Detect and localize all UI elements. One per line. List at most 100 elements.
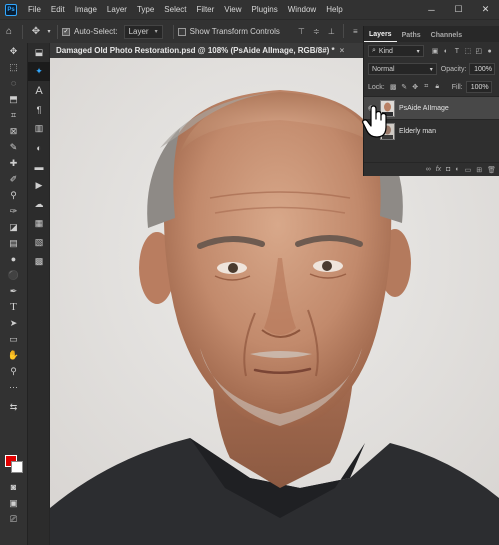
- type-tool-icon[interactable]: T: [0, 299, 27, 315]
- menu-select[interactable]: Select: [159, 5, 191, 14]
- comments-icon[interactable]: ▬: [28, 157, 50, 176]
- new-adjustment-layer-icon[interactable]: ◐: [455, 166, 459, 173]
- lock-all-icon[interactable]: 🔒︎: [432, 81, 443, 93]
- filter-type-icon[interactable]: T: [451, 45, 462, 57]
- tab-paths[interactable]: Paths: [397, 32, 426, 42]
- dodge-tool-icon[interactable]: ⚫: [0, 267, 27, 283]
- filter-smart-object-icon[interactable]: ◰: [473, 45, 484, 57]
- path-selection-tool-icon[interactable]: ➤: [0, 315, 27, 331]
- lock-row: Lock: ▩ ✎ ✥ ⌗ 🔒︎ Fill: 100%: [364, 78, 499, 96]
- lock-transparent-icon[interactable]: ▩: [388, 81, 399, 93]
- menu-view[interactable]: View: [219, 5, 246, 14]
- eraser-tool-icon[interactable]: ◪: [0, 219, 27, 235]
- photoshop-logo-icon[interactable]: Ps: [5, 3, 17, 16]
- object-selection-tool-icon[interactable]: ⬒: [0, 91, 27, 107]
- menu-plugins[interactable]: Plugins: [247, 5, 283, 14]
- adjustments-icon[interactable]: ◐: [28, 138, 50, 157]
- search-icon: ⌕: [372, 47, 376, 54]
- filter-shape-icon[interactable]: ⬚: [462, 45, 473, 57]
- filter-adjustment-icon[interactable]: ◐: [440, 45, 451, 57]
- paragraph-icon[interactable]: ¶: [28, 100, 50, 119]
- screen-mode-icon[interactable]: ▣: [0, 495, 27, 511]
- auto-select-target-dropdown[interactable]: Layer ▾: [123, 24, 163, 39]
- add-mask-icon[interactable]: ◘: [446, 166, 450, 173]
- home-icon[interactable]: ⌂: [0, 23, 18, 41]
- properties-icon[interactable]: ▥: [28, 119, 50, 138]
- align-top-icon[interactable]: ⊤: [294, 24, 309, 39]
- distribute-icon[interactable]: ≡: [348, 24, 363, 39]
- play-actions-icon[interactable]: ▶: [28, 176, 50, 195]
- gradients-icon[interactable]: ▧: [28, 233, 50, 252]
- history-brush-tool-icon[interactable]: ✑: [0, 203, 27, 219]
- separator: [342, 24, 344, 38]
- menu-filter[interactable]: Filter: [192, 5, 220, 14]
- lock-position-icon[interactable]: ✥: [410, 81, 421, 93]
- brush-tool-icon[interactable]: ✐: [0, 171, 27, 187]
- blend-mode-dropdown[interactable]: Normal ▾: [368, 63, 437, 75]
- patterns-icon[interactable]: ▩: [28, 252, 50, 271]
- filter-pixel-icon[interactable]: ▣: [430, 45, 441, 57]
- eyedropper-tool-icon[interactable]: ✎: [0, 139, 27, 155]
- menu-layer[interactable]: Layer: [102, 5, 132, 14]
- clone-stamp-tool-icon[interactable]: ⚲: [0, 187, 27, 203]
- align-vertical-center-icon[interactable]: ≑: [309, 24, 324, 39]
- close-window-button[interactable]: ✕: [472, 0, 499, 19]
- more-tools-icon[interactable]: ···: [0, 379, 27, 395]
- maximize-button[interactable]: ☐: [445, 0, 472, 19]
- menu-image[interactable]: Image: [70, 5, 102, 14]
- menu-file[interactable]: File: [23, 5, 46, 14]
- frame-tool-icon[interactable]: ⊠: [0, 123, 27, 139]
- document-title: Damaged Old Photo Restoration.psd @ 108%…: [56, 46, 335, 55]
- blur-tool-icon[interactable]: ●: [0, 251, 27, 267]
- move-tool-icon[interactable]: ✥: [27, 23, 45, 41]
- rectangle-tool-icon[interactable]: ▭: [0, 331, 27, 347]
- fill-field[interactable]: 100%: [465, 81, 492, 93]
- filter-toggle-icon[interactable]: ●: [484, 45, 495, 57]
- menu-type[interactable]: Type: [132, 5, 159, 14]
- tab-layers[interactable]: Layers: [364, 31, 397, 42]
- layers-panel: Layers Paths Channels ⌕ Kind ▾ ▣ ◐ T ⬚ ◰…: [363, 26, 499, 176]
- delete-layer-icon[interactable]: 🗑︎: [487, 166, 496, 174]
- chevron-down-icon[interactable]: ▾: [45, 23, 53, 41]
- zoom-tool-icon[interactable]: ⚲: [0, 363, 27, 379]
- auto-select-checkbox[interactable]: ✓: [62, 27, 70, 36]
- lasso-tool-icon[interactable]: ◌: [0, 75, 27, 91]
- ai-assistant-tool-icon[interactable]: ✦: [28, 62, 50, 81]
- minimize-button[interactable]: ─: [418, 0, 445, 19]
- background-color-swatch[interactable]: [11, 461, 23, 473]
- menu-help[interactable]: Help: [321, 5, 347, 14]
- gradient-tool-icon[interactable]: ▤: [0, 235, 27, 251]
- document-tab[interactable]: Damaged Old Photo Restoration.psd @ 108%…: [50, 43, 363, 58]
- chevron-down-icon: ▾: [416, 48, 420, 55]
- link-layers-icon[interactable]: ∞: [426, 166, 431, 173]
- layer-name: PsAide AIImage: [399, 104, 449, 112]
- new-layer-icon[interactable]: ⊞: [476, 166, 482, 174]
- crop-tool-icon[interactable]: ⌗: [0, 107, 27, 123]
- lock-image-icon[interactable]: ✎: [399, 81, 410, 93]
- opacity-field[interactable]: 100%: [469, 63, 495, 75]
- swatches-grid-icon[interactable]: ▦: [28, 214, 50, 233]
- generative-icon[interactable]: ⎚: [0, 511, 27, 527]
- new-group-icon[interactable]: ▭: [465, 166, 472, 174]
- lock-artboard-icon[interactable]: ⌗: [421, 81, 432, 93]
- quick-mask-icon[interactable]: ◙: [0, 479, 27, 495]
- tab-channels[interactable]: Channels: [426, 32, 468, 42]
- shapes-icon[interactable]: ☁: [28, 195, 50, 214]
- spot-healing-tool-icon[interactable]: ✚: [0, 155, 27, 171]
- align-bottom-icon[interactable]: ⊥: [324, 24, 339, 39]
- layer-style-icon[interactable]: fx: [436, 166, 441, 173]
- text-style-icon[interactable]: A: [28, 81, 50, 100]
- menu-bar: Ps File Edit Image Layer Type Select Fil…: [0, 0, 499, 19]
- hand-tool-icon[interactable]: ✋: [0, 347, 27, 363]
- marquee-tool-icon[interactable]: ⬚: [0, 59, 27, 75]
- menu-edit[interactable]: Edit: [46, 5, 70, 14]
- align-buttons: ⊤ ≑ ⊥ ≡: [294, 24, 363, 39]
- close-document-icon[interactable]: ×: [340, 46, 345, 55]
- swap-colors-icon[interactable]: ⇆: [0, 399, 27, 415]
- menu-window[interactable]: Window: [283, 5, 321, 14]
- pen-tool-icon[interactable]: ✒: [0, 283, 27, 299]
- show-transform-checkbox[interactable]: [177, 27, 186, 36]
- artboard-tool-icon[interactable]: ⬓: [28, 43, 50, 62]
- layer-filter-dropdown[interactable]: ⌕ Kind ▾: [368, 45, 424, 57]
- move-tool-icon[interactable]: ✥: [0, 43, 27, 59]
